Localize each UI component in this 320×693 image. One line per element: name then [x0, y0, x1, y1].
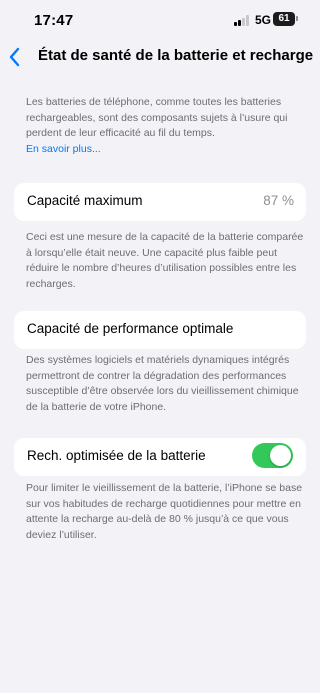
max-capacity-value: 87 % — [263, 193, 294, 208]
performance-row: Capacité de performance optimale — [14, 311, 306, 349]
intro-description: Les batteries de téléphone, comme toutes… — [26, 96, 288, 139]
performance-description: Des systèmes logiciels et matériels dyna… — [26, 354, 299, 413]
intro-text: Les batteries de téléphone, comme toutes… — [26, 95, 304, 157]
status-bar: 17:47 5G 61 — [0, 0, 320, 44]
optimized-charging-description: Pour limiter le vieillissement de la bat… — [26, 482, 303, 541]
optimized-charging-label: Rech. optimisée de la batterie — [27, 448, 206, 463]
battery-nub — [296, 16, 298, 21]
battery-level: 61 — [278, 13, 290, 24]
navigation-bar: État de santé de la batterie et recharge — [0, 44, 320, 72]
toggle-knob — [270, 445, 291, 466]
max-capacity-row: Capacité maximum 87 % — [14, 183, 306, 221]
network-type: 5G — [255, 13, 272, 27]
optimized-charging-row: Rech. optimisée de la batterie — [14, 438, 306, 476]
cellular-signal-icon — [234, 15, 250, 26]
max-capacity-description: Ceci est une mesure de la capacité de la… — [26, 231, 304, 290]
chevron-left-icon — [9, 47, 20, 67]
battery-icon: 61 — [273, 12, 295, 26]
page-title: État de santé de la batterie et recharge — [38, 47, 314, 64]
status-time: 17:47 — [34, 12, 74, 29]
performance-label: Capacité de performance optimale — [27, 321, 234, 336]
max-capacity-label: Capacité maximum — [27, 193, 143, 208]
learn-more-link[interactable]: En savoir plus... — [26, 143, 101, 155]
back-button[interactable] — [6, 44, 26, 70]
optimized-charging-toggle[interactable] — [252, 443, 293, 468]
